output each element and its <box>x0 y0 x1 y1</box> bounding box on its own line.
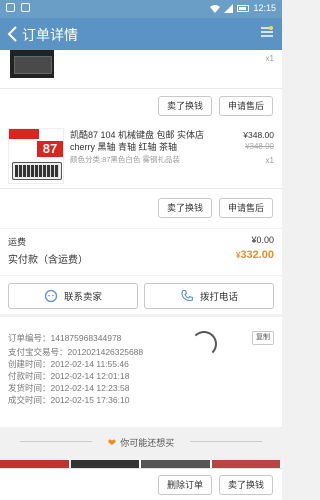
product-image-number: 87 <box>37 141 63 157</box>
aftersale-button[interactable]: 申请售后 <box>219 96 273 116</box>
order-number: 订单编号：141875968344978 <box>8 333 122 343</box>
sell-button[interactable]: 卖了换钱 <box>219 475 273 495</box>
recommend-product[interactable] <box>70 460 141 468</box>
order-info: 订单编号：141875968344978 支付宝交易号：201202142632… <box>0 317 282 427</box>
product-thumbnail[interactable]: 87 <box>8 128 64 184</box>
contact-seller-label: 联系卖家 <box>63 292 102 303</box>
back-arrow-icon[interactable] <box>4 23 24 45</box>
battery-icon <box>237 4 250 12</box>
total-value: ¥332.00 <box>235 249 274 261</box>
sell-button[interactable]: 卖了换钱 <box>158 198 212 218</box>
item-quantity: x1 <box>265 54 274 63</box>
status-time: 12:15 <box>253 3 276 13</box>
paid-time: 付款时间：2012-02-14 12:01:18 <box>8 371 130 381</box>
nav-bar: 订单详情 <box>0 18 282 50</box>
loading-spinner <box>191 331 217 357</box>
delete-order-button[interactable]: 删除订单 <box>158 475 212 495</box>
product-thumbnail[interactable] <box>10 50 54 78</box>
notification-icon <box>6 3 15 12</box>
payment-summary: 运费 ¥0.00 实付款（含运费） ¥332.00 <box>0 229 282 275</box>
product-price: ¥348.00 <box>243 130 274 140</box>
app-notification-icon <box>21 3 30 12</box>
heart-icon: ❤ <box>107 438 117 449</box>
more-menu-icon[interactable] <box>260 25 274 39</box>
recommend-product[interactable] <box>0 460 71 468</box>
shipping-label: 运费 <box>8 237 27 247</box>
product-original-price: ¥348.00 <box>245 142 274 151</box>
recommend-label: 你可能还想买 <box>120 438 175 448</box>
status-bar: 12:15 <box>0 0 282 18</box>
alipay-trade-number: 支付宝交易号：2012021426325688 <box>8 347 144 357</box>
completed-time: 成交时间：2012-02-15 17:36:10 <box>8 395 130 405</box>
page-title: 订单详情 <box>22 27 78 43</box>
created-time: 创建时间：2012-02-14 11:55:46 <box>8 359 129 369</box>
keyboard-image <box>12 162 62 180</box>
shipping-value: ¥0.00 <box>251 235 274 245</box>
item-quantity: x1 <box>265 156 274 165</box>
sell-button[interactable]: 卖了换钱 <box>158 96 212 116</box>
contact-seller-button[interactable]: 联系卖家 <box>8 283 138 309</box>
total-label: 实付款（含运费） <box>8 255 88 266</box>
recommend-header: ❤ 你可能还想买 <box>0 428 282 460</box>
chat-icon <box>44 289 58 303</box>
bottom-action-bar: 删除订单 卖了换钱 <box>0 468 282 500</box>
signal-icon <box>224 3 234 13</box>
recommend-product[interactable] <box>211 460 282 468</box>
divider <box>0 188 282 189</box>
divider <box>0 88 282 89</box>
product-spec: 颜色分类:87黑色白色 雾钢礼品装 <box>70 155 181 164</box>
recommend-product[interactable] <box>141 460 212 468</box>
product-title[interactable]: 凯酷87 104 机械键盘 包邮 实体店 cherry 黑轴 青轴 红轴 茶轴 <box>70 129 220 153</box>
call-phone-label: 拨打电话 <box>199 292 238 303</box>
shipped-time: 发货时间：2012-02-14 12:23:58 <box>8 383 130 393</box>
copy-button[interactable]: 复制 <box>252 331 274 345</box>
aftersale-button[interactable]: 申请售后 <box>219 198 273 218</box>
wifi-icon <box>210 4 221 13</box>
phone-icon <box>181 289 194 302</box>
call-phone-button[interactable]: 拨打电话 <box>144 283 274 309</box>
order-item-2: 87 凯酷87 104 机械键盘 包邮 实体店 cherry 黑轴 青轴 红轴 … <box>0 118 282 228</box>
recommend-product-strip[interactable] <box>0 460 282 468</box>
contact-bar: 联系卖家 拨打电话 <box>0 276 282 314</box>
